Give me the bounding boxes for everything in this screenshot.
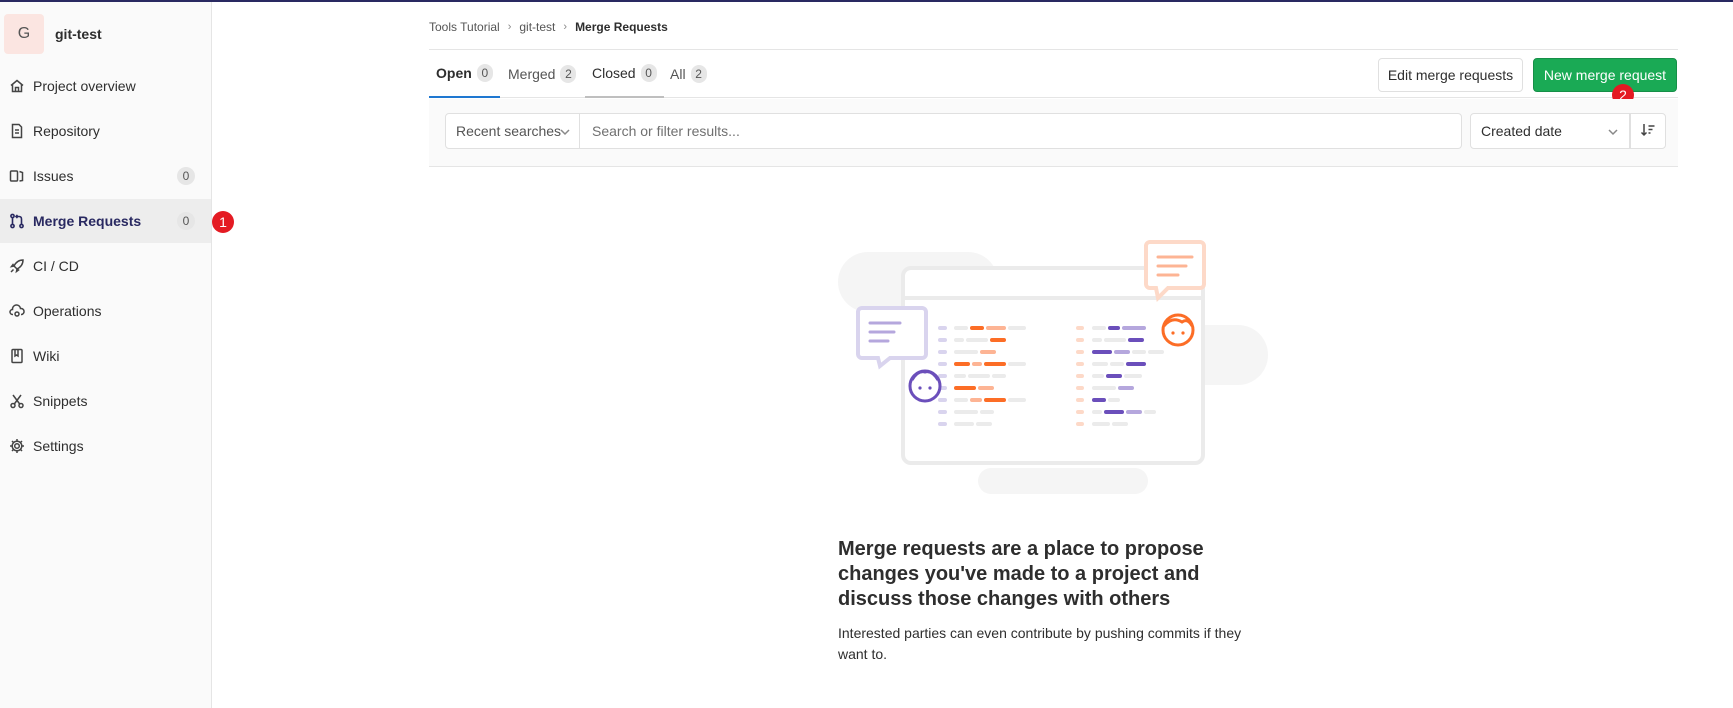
chevron-right-icon: › — [507, 21, 512, 33]
recent-searches-label: Recent searches — [456, 123, 562, 139]
tab-open[interactable]: Open 0 — [429, 50, 500, 98]
tab-count-badge: 2 — [690, 65, 707, 83]
sidebar-item-snippets[interactable]: Snippets — [0, 379, 211, 423]
tab-label: Open — [436, 65, 472, 81]
search-input[interactable] — [580, 113, 1462, 149]
merge-request-icon — [9, 213, 25, 229]
sort-descending-icon — [1640, 122, 1656, 141]
tab-count-badge: 2 — [560, 65, 577, 83]
tab-label: Merged — [508, 66, 556, 82]
doc-icon — [9, 123, 25, 139]
sidebar-item-label: Merge Requests — [33, 213, 142, 229]
rocket-icon — [9, 258, 25, 274]
sidebar-item-ci-cd[interactable]: CI / CD — [0, 244, 211, 288]
sort-by-dropdown[interactable]: Created date — [1470, 113, 1630, 149]
empty-state-illustration — [838, 240, 1268, 500]
sidebar-item-merge-requests[interactable]: Merge Requests 0 — [0, 199, 211, 243]
book-icon — [9, 348, 25, 364]
tab-count-badge: 0 — [476, 64, 493, 82]
sidebar-item-operations[interactable]: Operations — [0, 289, 211, 333]
tab-merged[interactable]: Merged 2 — [501, 50, 583, 98]
tab-label: Closed — [592, 65, 636, 81]
sidebar-item-label: Settings — [33, 438, 84, 454]
empty-state-title: Merge requests are a place to propose ch… — [838, 538, 1204, 610]
merge-requests-count-badge: 0 — [177, 212, 195, 230]
annotation-marker-1: 1 — [212, 211, 234, 233]
sidebar-item-label: Project overview — [33, 78, 136, 94]
sidebar-item-repository[interactable]: Repository — [0, 109, 211, 153]
gear-icon — [9, 438, 25, 454]
breadcrumb-group-link[interactable]: Tools Tutorial — [429, 20, 500, 34]
project-name[interactable]: git-test — [55, 26, 102, 42]
breadcrumb-project-link[interactable]: git-test — [519, 20, 555, 34]
recent-searches-dropdown[interactable]: Recent searches — [445, 113, 580, 149]
breadcrumb-current[interactable]: Merge Requests — [575, 20, 668, 34]
tab-all[interactable]: All 2 — [663, 50, 714, 98]
new-merge-request-button[interactable]: New merge request — [1533, 58, 1677, 92]
scissors-icon — [9, 393, 25, 409]
chevron-right-icon: › — [563, 21, 568, 33]
top-header-line — [0, 0, 1733, 2]
tab-count-badge: 0 — [640, 64, 657, 82]
edit-merge-requests-button[interactable]: Edit merge requests — [1378, 58, 1523, 92]
breadcrumb: Tools Tutorial › git-test › Merge Reques… — [429, 18, 668, 36]
sidebar-item-label: Repository — [33, 123, 100, 139]
sidebar-item-label: Issues — [33, 168, 74, 184]
sidebar-item-label: Snippets — [33, 393, 88, 409]
sidebar-item-settings[interactable]: Settings — [0, 424, 211, 468]
filter-bar: Recent searches Created date — [429, 99, 1678, 167]
sidebar-item-issues[interactable]: Issues 0 — [0, 154, 211, 198]
cloud-gear-icon — [9, 303, 25, 319]
chevron-down-icon — [1607, 125, 1619, 141]
chevron-down-icon — [559, 125, 571, 141]
sidebar-item-project-overview[interactable]: Project overview — [0, 64, 211, 108]
sidebar-item-wiki[interactable]: Wiki — [0, 334, 211, 378]
sidebar-item-label: Operations — [33, 303, 102, 319]
sort-by-label: Created date — [1481, 123, 1562, 139]
issues-icon — [9, 168, 25, 184]
empty-state-description: Interested parties can even contribute b… — [838, 625, 1242, 662]
project-avatar[interactable]: G — [4, 14, 44, 54]
project-sidebar: G git-test Project overview Repository I… — [0, 2, 212, 708]
sidebar-item-label: CI / CD — [33, 258, 79, 274]
tab-label: All — [670, 66, 686, 82]
sort-direction-button[interactable] — [1630, 113, 1666, 149]
home-icon — [9, 78, 25, 94]
project-header[interactable]: G git-test — [4, 14, 102, 54]
tab-closed[interactable]: Closed 0 — [585, 50, 664, 98]
issues-count-badge: 0 — [177, 167, 195, 185]
sidebar-item-label: Wiki — [33, 348, 60, 364]
